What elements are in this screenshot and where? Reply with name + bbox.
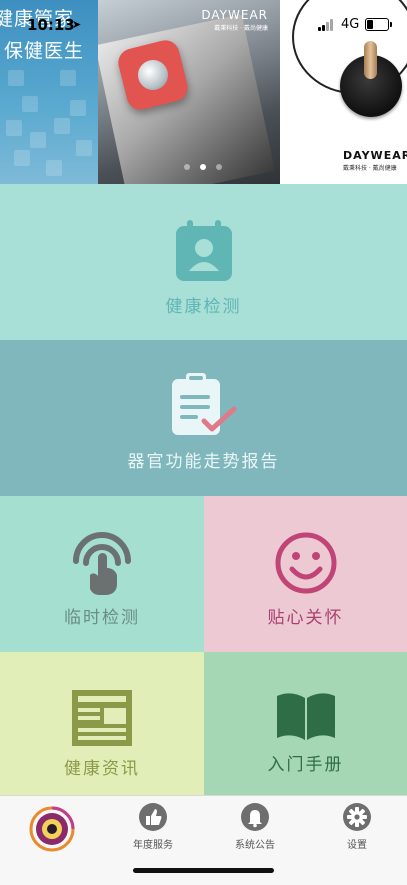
care-tile[interactable]: 贴心关怀 xyxy=(204,496,407,652)
tab-system-notice[interactable]: 系统公告 xyxy=(210,802,300,851)
bell-icon xyxy=(241,803,269,831)
contact-card-icon xyxy=(175,220,232,281)
carousel-dots[interactable] xyxy=(184,164,222,170)
health-news-label: 健康资讯 xyxy=(64,759,140,779)
tab-home[interactable] xyxy=(7,806,97,852)
guide-tile[interactable]: 入门手册 xyxy=(204,652,407,795)
care-label: 贴心关怀 xyxy=(267,608,344,628)
carousel-dot[interactable] xyxy=(216,164,222,170)
temp-check-label: 临时检测 xyxy=(64,608,140,628)
banner-brand-subtitle-2: 戴秉科技 · 戴尚健康 xyxy=(343,165,397,172)
status-time: 10:13 xyxy=(27,16,75,34)
tap-gesture-icon xyxy=(73,532,131,595)
carousel-dot[interactable] xyxy=(184,164,190,170)
thumbs-up-icon xyxy=(139,803,167,831)
tab-annual-service-label: 年度服务 xyxy=(133,840,173,851)
temp-check-tile[interactable]: 临时检测 xyxy=(0,496,204,652)
guide-label: 入门手册 xyxy=(267,755,344,775)
network-type: 4G xyxy=(341,17,360,32)
clipboard-check-icon xyxy=(171,373,236,435)
newspaper-icon xyxy=(72,690,132,746)
carousel-dot-active[interactable] xyxy=(200,164,206,170)
gear-icon xyxy=(343,803,371,831)
status-bar: 10:13 ➤ 4G xyxy=(0,0,407,44)
cellular-signal-icon xyxy=(318,19,333,31)
tab-settings[interactable]: 设置 xyxy=(312,802,402,851)
health-check-tile[interactable]: 健康检测 xyxy=(0,184,407,340)
location-arrow-icon: ➤ xyxy=(72,18,82,31)
smiley-face-icon xyxy=(275,532,336,594)
organ-report-label: 器官功能走势报告 xyxy=(127,452,280,472)
tab-annual-service[interactable]: 年度服务 xyxy=(108,802,198,851)
open-book-icon xyxy=(276,693,335,740)
app-logo-eye-icon xyxy=(29,806,75,852)
organ-report-tile[interactable]: 器官功能走势报告 xyxy=(0,340,407,496)
health-check-label: 健康检测 xyxy=(165,297,242,317)
health-news-tile[interactable]: 健康资讯 xyxy=(0,652,204,795)
tab-settings-label: 设置 xyxy=(347,840,367,851)
battery-fill xyxy=(367,20,373,29)
tab-system-notice-label: 系统公告 xyxy=(235,840,275,851)
banner-brand-logo-2: DAYWEAR xyxy=(343,149,407,162)
battery-icon xyxy=(365,18,392,31)
home-indicator[interactable] xyxy=(133,868,274,873)
pendant-image xyxy=(340,41,402,117)
